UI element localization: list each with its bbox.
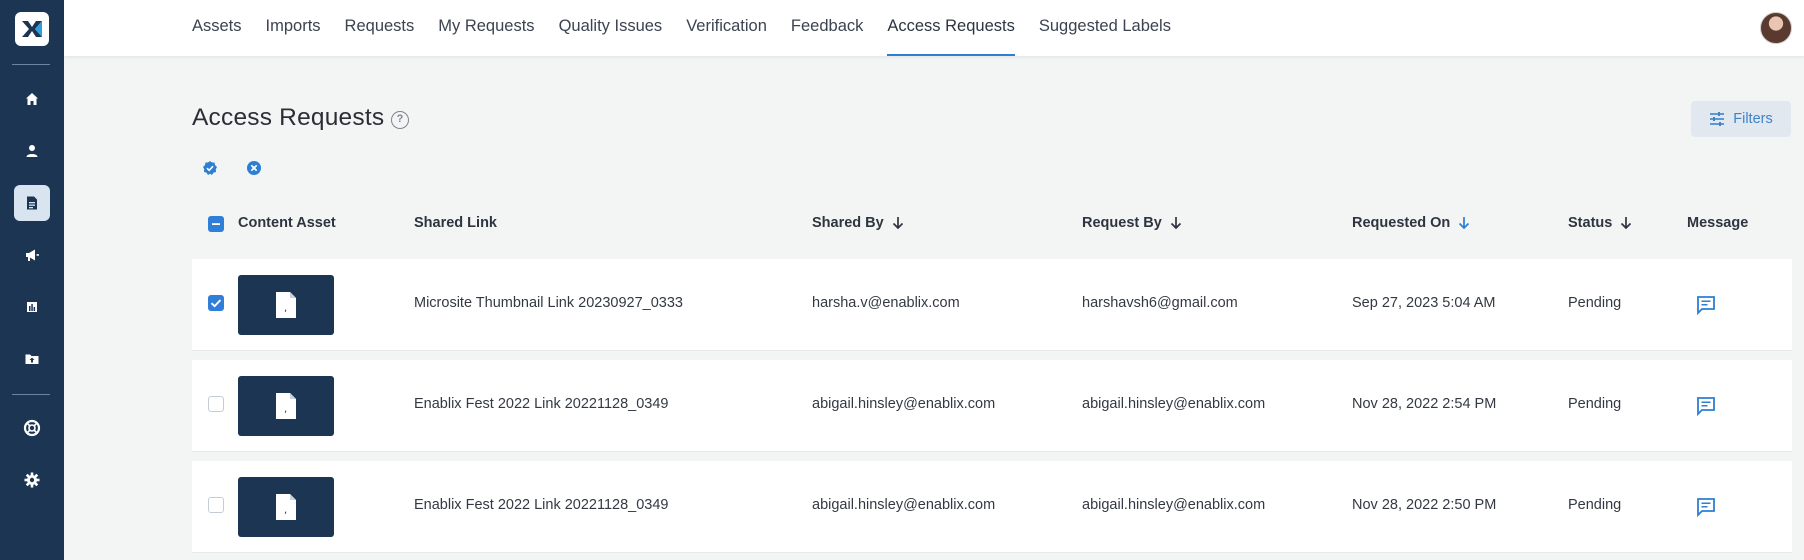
column-header-requested-on[interactable]: Requested On	[1352, 215, 1470, 231]
sort-arrow-down-icon[interactable]	[1170, 216, 1182, 230]
sidebar-item-help[interactable]	[14, 410, 50, 446]
sidebar-item-content[interactable]	[14, 185, 50, 221]
help-icon[interactable]: ?	[391, 111, 409, 129]
lifebuoy-icon	[23, 419, 41, 437]
tab-assets[interactable]: Assets	[192, 0, 242, 56]
table-row[interactable]: , Enablix Fest 2022 Link 20221128_0349 a…	[192, 461, 1792, 553]
bar-chart-icon	[27, 302, 37, 312]
status-cell: Pending	[1568, 396, 1622, 412]
sort-arrow-down-active-icon[interactable]	[1458, 216, 1470, 230]
requested-on-cell: Nov 28, 2022 2:50 PM	[1352, 497, 1497, 513]
tab-verification[interactable]: Verification	[686, 0, 767, 56]
file-icon: ,	[276, 292, 296, 318]
column-header-shared-by[interactable]: Shared By	[812, 215, 904, 231]
column-header-status[interactable]: Status	[1568, 215, 1632, 231]
settings-gear-icon	[24, 472, 40, 488]
row-checkbox[interactable]	[208, 396, 224, 412]
main-nav-tabs: Assets Imports Requests My Requests Qual…	[192, 0, 1195, 56]
shared-link-cell[interactable]: Enablix Fest 2022 Link 20221128_0349	[414, 396, 669, 412]
shared-link-cell[interactable]: Microsite Thumbnail Link 20230927_0333	[414, 295, 683, 311]
column-label: Requested On	[1352, 215, 1451, 231]
home-icon	[26, 93, 38, 105]
file-icon: ,	[276, 393, 296, 419]
sidebar-divider	[12, 394, 50, 395]
page-title: Access Requests	[192, 104, 385, 131]
column-header-request-by[interactable]: Request By	[1082, 215, 1182, 231]
sliders-icon	[1710, 112, 1725, 126]
shared-by-cell: abigail.hinsley@enablix.com	[812, 497, 996, 513]
indeterminate-minus-icon	[212, 223, 220, 225]
content-asset-thumbnail[interactable]: ,	[238, 275, 334, 335]
svg-text:,: ,	[284, 505, 287, 516]
request-by-cell: abigail.hinsley@enablix.com	[1082, 497, 1266, 513]
shared-by-cell: abigail.hinsley@enablix.com	[812, 396, 996, 412]
sidebar-item-users[interactable]	[14, 133, 50, 169]
tab-feedback[interactable]: Feedback	[791, 0, 863, 56]
folder-upload-icon	[25, 354, 39, 364]
user-avatar[interactable]	[1760, 12, 1792, 44]
sidebar-item-analytics[interactable]	[14, 289, 50, 325]
sidebar-item-settings[interactable]	[14, 462, 50, 498]
column-label: Request By	[1082, 215, 1162, 231]
table-row[interactable]: , Enablix Fest 2022 Link 20221128_0349 a…	[192, 360, 1792, 452]
sidebar-item-home[interactable]	[14, 81, 50, 117]
request-by-cell: abigail.hinsley@enablix.com	[1082, 396, 1266, 412]
content-asset-thumbnail[interactable]: ,	[238, 477, 334, 537]
tab-my-requests[interactable]: My Requests	[438, 0, 534, 56]
filters-label: Filters	[1733, 111, 1773, 127]
status-cell: Pending	[1568, 295, 1622, 311]
message-icon[interactable]	[1696, 396, 1716, 416]
enablix-logo[interactable]	[15, 12, 49, 46]
column-header-content-asset: Content Asset	[238, 215, 336, 231]
column-label: Shared Link	[414, 215, 497, 231]
row-checkbox[interactable]	[208, 295, 224, 311]
message-icon[interactable]	[1696, 497, 1716, 517]
enablix-x-logo-icon	[22, 21, 42, 37]
tab-access-requests[interactable]: Access Requests	[887, 0, 1015, 56]
user-icon	[26, 145, 38, 157]
sort-arrow-down-icon[interactable]	[1620, 216, 1632, 230]
document-icon	[27, 196, 37, 210]
svg-text:,: ,	[284, 303, 287, 314]
sidebar	[0, 0, 64, 560]
file-icon: ,	[276, 494, 296, 520]
requested-on-cell: Nov 28, 2022 2:54 PM	[1352, 396, 1497, 412]
tab-quality-issues[interactable]: Quality Issues	[559, 0, 663, 56]
filters-button[interactable]: Filters	[1691, 101, 1791, 137]
megaphone-icon	[26, 249, 39, 261]
sidebar-divider	[12, 64, 50, 65]
select-all-checkbox[interactable]	[208, 216, 224, 232]
column-header-message: Message	[1687, 215, 1748, 231]
content-asset-thumbnail[interactable]: ,	[238, 376, 334, 436]
request-by-cell: harshavsh6@gmail.com	[1082, 295, 1238, 311]
sidebar-item-uploads[interactable]	[14, 341, 50, 377]
shared-link-cell[interactable]: Enablix Fest 2022 Link 20221128_0349	[414, 497, 669, 513]
table-row[interactable]: , Microsite Thumbnail Link 20230927_0333…	[192, 259, 1792, 351]
column-header-shared-link: Shared Link	[414, 215, 497, 231]
sidebar-item-campaigns[interactable]	[14, 237, 50, 273]
column-label: Content Asset	[238, 215, 336, 231]
tab-imports[interactable]: Imports	[266, 0, 321, 56]
row-checkbox[interactable]	[208, 497, 224, 513]
sort-arrow-down-icon[interactable]	[892, 216, 904, 230]
reject-circle-icon[interactable]	[246, 160, 262, 176]
tab-suggested-labels[interactable]: Suggested Labels	[1039, 0, 1171, 56]
message-icon[interactable]	[1696, 295, 1716, 315]
checkmark-icon	[210, 299, 222, 308]
shared-by-cell: harsha.v@enablix.com	[812, 295, 960, 311]
tab-requests[interactable]: Requests	[345, 0, 415, 56]
column-label: Shared By	[812, 215, 884, 231]
column-label: Message	[1687, 215, 1749, 231]
requested-on-cell: Sep 27, 2023 5:04 AM	[1352, 295, 1496, 311]
column-label: Status	[1568, 215, 1613, 231]
top-navigation-bar: Assets Imports Requests My Requests Qual…	[64, 0, 1804, 56]
status-cell: Pending	[1568, 497, 1622, 513]
svg-text:,: ,	[284, 404, 287, 415]
approve-badge-icon[interactable]	[202, 160, 218, 176]
